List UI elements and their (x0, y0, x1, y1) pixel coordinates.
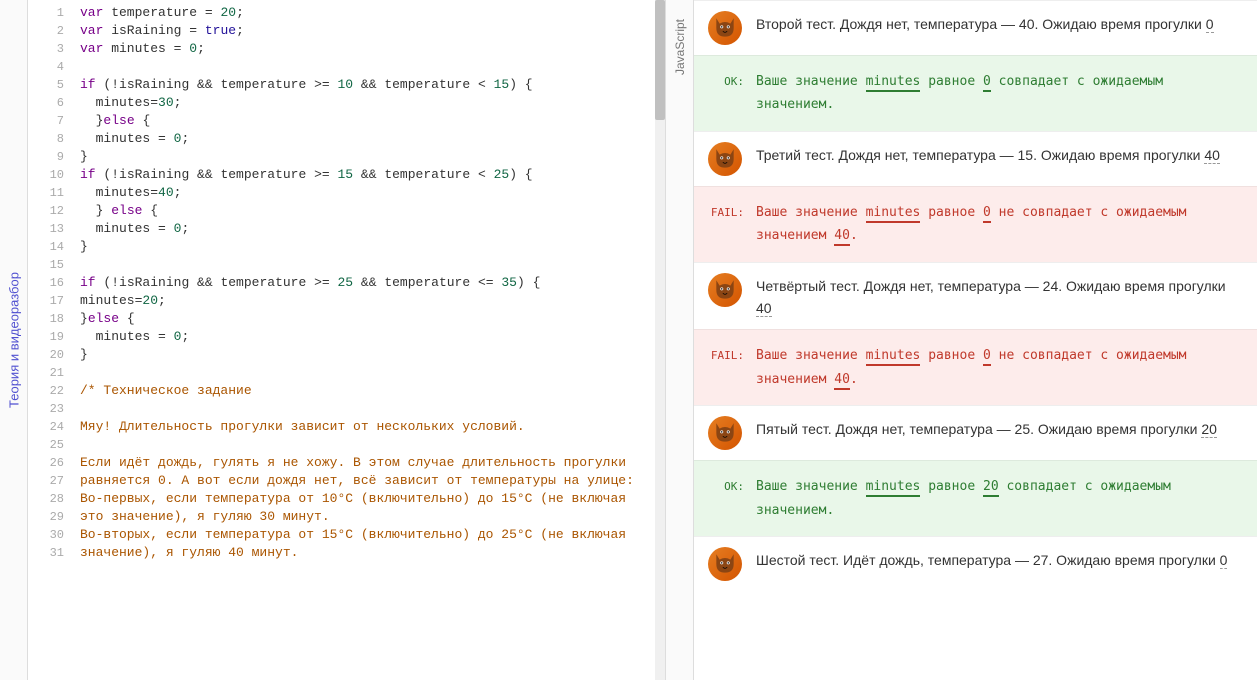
line-number: 11 (28, 184, 64, 202)
line-number: 26 (28, 454, 64, 472)
code-line[interactable]: if (!isRaining && temperature >= 15 && t… (80, 166, 657, 184)
line-number: 27 (28, 472, 64, 490)
result-label: FAIL: (708, 344, 756, 366)
result-ok: OK: Ваше значение minutes равное 20 совп… (694, 460, 1257, 536)
line-number: 17 (28, 292, 64, 310)
code-line[interactable]: if (!isRaining && temperature >= 25 && t… (80, 274, 657, 292)
cat-avatar-icon (708, 416, 742, 450)
code-line[interactable]: } (80, 148, 657, 166)
result-message: Ваше значение minutes равное 0 не совпад… (756, 201, 1241, 248)
result-label: OK: (708, 70, 756, 92)
javascript-tab[interactable]: JavaScript (666, 0, 694, 680)
code-line[interactable]: Во-первых, если температура от 10°C (вкл… (80, 490, 657, 508)
javascript-tab-label: JavaScript (673, 19, 687, 75)
code-line[interactable] (80, 436, 657, 454)
line-number: 5 (28, 76, 64, 94)
line-number: 30 (28, 526, 64, 544)
theory-tab-label: Теория и видеоразбор (6, 272, 21, 408)
line-number: 19 (28, 328, 64, 346)
result-fail: FAIL: Ваше значение minutes равное 0 не … (694, 329, 1257, 405)
editor-scroll-thumb[interactable] (655, 0, 665, 120)
test-message: Третий тест. Дождя нет, температура — 15… (694, 131, 1257, 186)
test-text: Второй тест. Дождя нет, температура — 40… (756, 11, 1214, 35)
line-number: 6 (28, 94, 64, 112)
code-line[interactable]: /* Техническое задание (80, 382, 657, 400)
line-number: 29 (28, 508, 64, 526)
code-line[interactable]: minutes=30; (80, 94, 657, 112)
line-number: 24 (28, 418, 64, 436)
results-pane[interactable]: Второй тест. Дождя нет, температура — 40… (694, 0, 1257, 680)
cat-avatar-icon (708, 142, 742, 176)
line-number: 1 (28, 4, 64, 22)
theory-tab[interactable]: Теория и видеоразбор (0, 0, 28, 680)
code-line[interactable]: } (80, 346, 657, 364)
cat-avatar-icon (708, 11, 742, 45)
code-line[interactable]: Если идёт дождь, гулять я не хожу. В это… (80, 454, 657, 472)
test-message: Второй тест. Дождя нет, температура — 40… (694, 0, 1257, 55)
line-number: 31 (28, 544, 64, 562)
code-line[interactable]: Во-вторых, если температура от 15°C (вкл… (80, 526, 657, 544)
cat-avatar-icon (708, 273, 742, 307)
test-text: Пятый тест. Дождя нет, температура — 25.… (756, 416, 1217, 440)
line-number: 4 (28, 58, 64, 76)
line-number: 12 (28, 202, 64, 220)
line-number: 23 (28, 400, 64, 418)
line-number: 10 (28, 166, 64, 184)
code-line[interactable]: Мяу! Длительность прогулки зависит от не… (80, 418, 657, 436)
line-number: 8 (28, 130, 64, 148)
code-line[interactable]: minutes=20; (80, 292, 657, 310)
code-line[interactable] (80, 256, 657, 274)
editor-scrollbar[interactable] (655, 0, 665, 680)
test-text: Третий тест. Дождя нет, температура — 15… (756, 142, 1220, 166)
line-number: 2 (28, 22, 64, 40)
line-number: 18 (28, 310, 64, 328)
code-line[interactable]: }else { (80, 112, 657, 130)
line-number: 7 (28, 112, 64, 130)
line-number: 9 (28, 148, 64, 166)
line-number: 25 (28, 436, 64, 454)
result-ok: OK: Ваше значение minutes равное 0 совпа… (694, 55, 1257, 131)
result-fail: FAIL: Ваше значение minutes равное 0 не … (694, 186, 1257, 262)
line-number: 16 (28, 274, 64, 292)
code-line[interactable] (80, 400, 657, 418)
test-message: Шестой тест. Идёт дождь, температура — 2… (694, 536, 1257, 591)
result-label: OK: (708, 475, 756, 497)
code-line[interactable]: var temperature = 20; (80, 4, 657, 22)
result-message: Ваше значение minutes равное 20 совпадае… (756, 475, 1241, 522)
code-editor[interactable]: 1234567891011121314151617181920212223242… (28, 0, 666, 680)
line-number: 14 (28, 238, 64, 256)
code-line[interactable]: minutes=40; (80, 184, 657, 202)
test-text: Шестой тест. Идёт дождь, температура — 2… (756, 547, 1227, 571)
result-message: Ваше значение minutes равное 0 совпадает… (756, 70, 1241, 117)
test-message: Пятый тест. Дождя нет, температура — 25.… (694, 405, 1257, 460)
code-line[interactable]: if (!isRaining && temperature >= 10 && t… (80, 76, 657, 94)
code-area[interactable]: var temperature = 20;var isRaining = tru… (72, 0, 665, 680)
line-number: 15 (28, 256, 64, 274)
code-line[interactable]: minutes = 0; (80, 328, 657, 346)
line-gutter: 1234567891011121314151617181920212223242… (28, 0, 72, 680)
code-line[interactable]: }else { (80, 310, 657, 328)
code-line[interactable]: } (80, 238, 657, 256)
line-number: 28 (28, 490, 64, 508)
code-line[interactable]: minutes = 0; (80, 130, 657, 148)
line-number: 3 (28, 40, 64, 58)
line-number: 13 (28, 220, 64, 238)
test-message: Четвёртый тест. Дождя нет, температура —… (694, 262, 1257, 330)
code-line[interactable] (80, 364, 657, 382)
test-text: Четвёртый тест. Дождя нет, температура —… (756, 273, 1241, 320)
line-number: 20 (28, 346, 64, 364)
code-line[interactable] (80, 58, 657, 76)
code-line[interactable]: var minutes = 0; (80, 40, 657, 58)
code-line[interactable]: var isRaining = true; (80, 22, 657, 40)
line-number: 22 (28, 382, 64, 400)
result-message: Ваше значение minutes равное 0 не совпад… (756, 344, 1241, 391)
line-number: 21 (28, 364, 64, 382)
code-line[interactable]: minutes = 0; (80, 220, 657, 238)
code-line[interactable]: } else { (80, 202, 657, 220)
result-label: FAIL: (708, 201, 756, 223)
cat-avatar-icon (708, 547, 742, 581)
